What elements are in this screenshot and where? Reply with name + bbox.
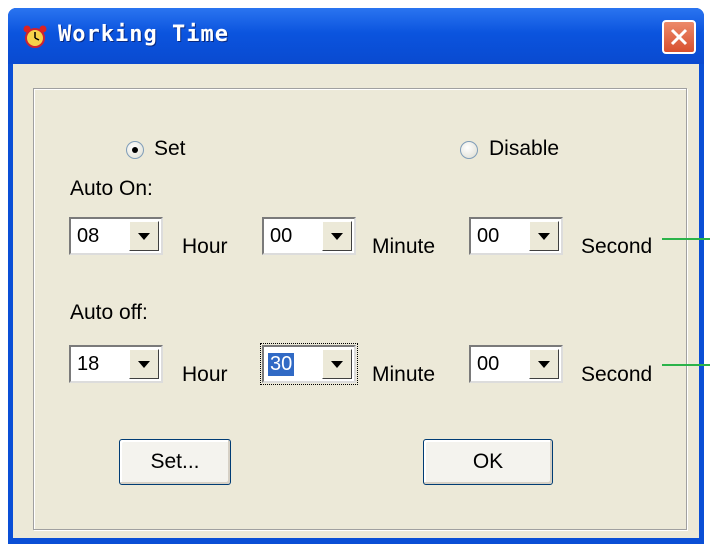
auto-on-minute-unit: Minute xyxy=(372,235,436,258)
disable-radio-label[interactable]: Disable xyxy=(489,137,559,161)
combo-value: 00 xyxy=(477,353,500,375)
annotation-pointer-line xyxy=(662,364,710,366)
auto-on-hour-unit: Hour xyxy=(182,235,228,258)
annotation-pointer-line xyxy=(662,238,710,240)
settings-group: Set Disable Auto On: 08 Hour 00 Minute 0… xyxy=(33,88,687,530)
auto-on-minute-combo[interactable]: 00 xyxy=(262,217,356,255)
set-radio[interactable] xyxy=(126,141,144,159)
dropdown-arrow-icon[interactable] xyxy=(129,349,159,379)
auto-off-second-combo[interactable]: 00 xyxy=(469,345,563,383)
auto-on-second-combo[interactable]: 00 xyxy=(469,217,563,255)
auto-off-hour-unit: Hour xyxy=(182,363,228,386)
dropdown-arrow-icon[interactable] xyxy=(529,221,559,251)
dropdown-arrow-icon[interactable] xyxy=(322,349,352,379)
combo-value: 18 xyxy=(77,353,100,375)
dropdown-arrow-icon[interactable] xyxy=(129,221,159,251)
title-bar[interactable]: Working Time xyxy=(8,8,704,64)
auto-off-label: Auto off: xyxy=(70,301,148,324)
auto-off-second-unit: Second xyxy=(581,363,653,386)
combo-value: 08 xyxy=(77,225,100,247)
dropdown-arrow-icon[interactable] xyxy=(322,221,352,251)
close-button[interactable] xyxy=(662,20,696,54)
dropdown-arrow-icon[interactable] xyxy=(529,349,559,379)
combo-value: 00 xyxy=(477,225,500,247)
disable-radio[interactable] xyxy=(460,141,478,159)
alarm-clock-icon xyxy=(23,25,47,48)
auto-on-hour-combo[interactable]: 08 xyxy=(69,217,163,255)
close-icon xyxy=(670,28,688,46)
dialog-window: Working Time Set Disable Auto On: 08 Hou… xyxy=(8,8,704,544)
set-button[interactable]: Set... xyxy=(119,439,231,485)
auto-off-hour-combo[interactable]: 18 xyxy=(69,345,163,383)
radio-selected-dot xyxy=(132,147,138,153)
combo-value-selected: 30 xyxy=(268,353,295,376)
auto-off-minute-unit: Minute xyxy=(372,363,436,386)
auto-on-second-unit: Second xyxy=(581,235,653,258)
combo-value: 00 xyxy=(270,225,293,247)
auto-on-label: Auto On: xyxy=(70,177,153,200)
auto-off-minute-combo[interactable]: 30 xyxy=(260,343,358,385)
window-title: Working Time xyxy=(58,22,229,47)
ok-button[interactable]: OK xyxy=(423,439,553,485)
dialog-client-area: Set Disable Auto On: 08 Hour 00 Minute 0… xyxy=(13,64,699,538)
set-radio-label[interactable]: Set xyxy=(154,137,186,161)
